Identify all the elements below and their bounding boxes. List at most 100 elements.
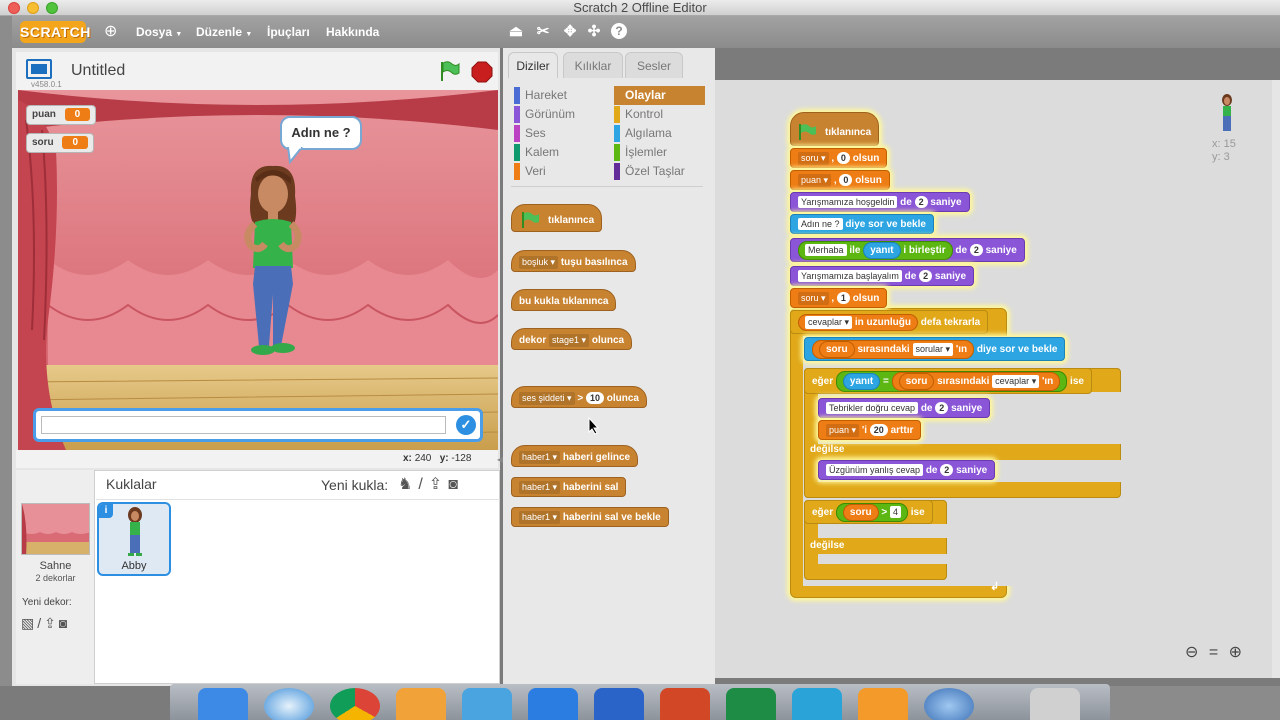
skype-icon[interactable]: [792, 688, 842, 720]
scratch-logo[interactable]: SCRATCH: [20, 21, 90, 43]
zoom-reset-icon[interactable]: =: [1209, 644, 1218, 661]
powerpoint-icon[interactable]: [660, 688, 710, 720]
block-dropdown[interactable]: haber1 ▾: [519, 510, 561, 524]
palette-block-flag-clicked[interactable]: tıklanınca: [511, 204, 603, 232]
script-hat-flag-clicked[interactable]: tıklanınca: [790, 112, 880, 146]
equals-operator[interactable]: yanıt = soru sırasındaki cevaplar ▾ 'ın: [835, 370, 1068, 392]
script-if-answer-correct[interactable]: eğer yanıt = soru sırasındaki cevaplar ▾…: [804, 368, 1092, 394]
soru-reporter[interactable]: soru: [898, 372, 935, 390]
script-ask-name[interactable]: Adın ne ? diye sor ve bekle: [790, 214, 934, 234]
tab-sounds[interactable]: Sesler: [625, 52, 683, 78]
zoom-out-icon[interactable]: ⊖: [1185, 644, 1198, 661]
block-dropdown[interactable]: haber1 ▾: [519, 480, 561, 494]
upload-backdrop-icon[interactable]: ⇪: [44, 615, 59, 631]
paint-sprite-icon[interactable]: /: [418, 476, 428, 493]
block-number-input[interactable]: 0: [836, 152, 850, 165]
menu-tips[interactable]: İpuçları: [267, 16, 310, 48]
script-repeat-header[interactable]: cevaplar ▾ in uzunluğu defa tekrarla: [790, 310, 989, 334]
category-pen[interactable]: Kalem: [514, 143, 604, 162]
trash-icon[interactable]: [1030, 688, 1080, 720]
block-number-input[interactable]: 1: [836, 292, 850, 305]
camera-sprite-icon[interactable]: ◙: [448, 476, 464, 493]
palette-block-sprite-clicked[interactable]: bu kukla tıklanınca: [511, 289, 617, 311]
camera-backdrop-icon[interactable]: ◙: [59, 615, 70, 631]
variable-monitor-puan[interactable]: puan 0: [26, 105, 97, 125]
menu-about[interactable]: Hakkında: [326, 16, 379, 48]
zoom-in-icon[interactable]: ⊕: [1229, 644, 1242, 661]
pages-icon[interactable]: [396, 688, 446, 720]
script-area[interactable]: x: 15 y: 3 tıklanınca soru ▾ , 0 olsun p…: [715, 80, 1272, 678]
block-dropdown[interactable]: ses şiddeti ▾: [519, 391, 575, 405]
script-area-scrollbar[interactable]: [1272, 80, 1280, 678]
excel-icon[interactable]: [726, 688, 776, 720]
greater-than-operator[interactable]: soru > 4: [835, 502, 908, 522]
script-change-puan[interactable]: puan ▾ 'i 20 arttır: [818, 420, 922, 440]
category-data[interactable]: Veri: [514, 162, 604, 181]
script-if-soru-gt-4[interactable]: eğer soru > 4 ise: [804, 500, 933, 524]
answer-input[interactable]: [41, 416, 446, 434]
fullscreen-icon[interactable]: [26, 59, 52, 79]
list-dropdown[interactable]: cevaplar ▾: [805, 315, 853, 329]
menu-edit[interactable]: Düzenle ▼: [196, 16, 252, 51]
palette-block-when-receive[interactable]: haber1 ▾ haberi gelince: [511, 445, 639, 467]
script-set-puan[interactable]: puan ▾ , 0 olsun: [790, 170, 890, 190]
category-motion[interactable]: Hareket: [514, 86, 604, 105]
menu-file[interactable]: Dosya ▼: [136, 16, 182, 51]
palette-block-broadcast-wait[interactable]: haber1 ▾ haberini sal ve bekle: [511, 507, 669, 527]
quicktime-icon[interactable]: [924, 688, 974, 720]
length-of-list-reporter[interactable]: cevaplar ▾ in uzunluğu: [798, 313, 918, 331]
language-globe-icon[interactable]: ⊕: [104, 16, 126, 48]
keynote-icon[interactable]: [462, 688, 512, 720]
block-number-input[interactable]: 10: [585, 392, 604, 405]
block-number-input[interactable]: 2: [919, 270, 933, 283]
script-say-join[interactable]: Merhaba ile yanıt i birleştir de 2 saniy…: [790, 238, 1025, 262]
category-control[interactable]: Kontrol: [614, 105, 704, 124]
soru-reporter[interactable]: soru: [819, 340, 855, 358]
block-number-input[interactable]: 2: [914, 196, 928, 209]
palette-block-backdrop-switches[interactable]: dekor stage1 ▾ olunca: [511, 328, 633, 350]
category-sensing[interactable]: Algılama: [614, 124, 704, 143]
abby-sprite[interactable]: [233, 164, 323, 369]
category-operators[interactable]: İşlemler: [614, 143, 704, 162]
script-say-wrong[interactable]: Üzgünüm yanlış cevap de 2 saniye: [818, 460, 996, 480]
stage-thumbnail[interactable]: [21, 503, 90, 555]
script-say-correct[interactable]: Tebrikler doğru cevap de 2 saniye: [818, 398, 991, 418]
block-number-input[interactable]: 2: [969, 244, 983, 257]
stop-icon[interactable]: [471, 61, 493, 83]
item-of-list-reporter[interactable]: soru sırasındaki sorular ▾ 'ın: [812, 339, 975, 359]
script-say-welcome[interactable]: Yarışmamıza hoşgeldin de 2 saniye: [790, 192, 970, 212]
item-of-list-reporter[interactable]: soru sırasındaki cevaplar ▾ 'ın: [891, 371, 1061, 391]
block-text-input[interactable]: Yarışmamıza başlayalım: [798, 270, 902, 283]
block-text-input[interactable]: Yarışmamıza hoşgeldin: [798, 196, 898, 209]
tab-scripts[interactable]: Diziler: [508, 52, 558, 78]
category-events[interactable]: Olaylar: [614, 86, 705, 105]
answer-reporter[interactable]: yanıt: [842, 372, 881, 390]
chrome-icon[interactable]: [330, 688, 380, 720]
block-number-input[interactable]: 20: [869, 424, 888, 437]
block-text-input[interactable]: Merhaba: [805, 244, 847, 257]
safari-icon[interactable]: [264, 688, 314, 720]
tab-costumes[interactable]: Kılıklar: [563, 52, 623, 78]
upload-sprite-icon[interactable]: ⇪: [429, 476, 448, 493]
category-looks[interactable]: Görünüm: [514, 105, 604, 124]
block-number-input[interactable]: 0: [839, 174, 853, 187]
shrink-icon[interactable]: ✣: [585, 23, 603, 41]
answer-submit-check-icon[interactable]: ✓: [456, 415, 476, 435]
stage[interactable]: puan 0 soru 0 Adın ne ? ✓: [18, 90, 498, 450]
list-dropdown[interactable]: sorular ▾: [912, 342, 954, 356]
block-text-input[interactable]: Üzgünüm yanlış cevap: [826, 464, 924, 477]
cut-icon[interactable]: ✂: [534, 23, 552, 41]
sprite-library-icon[interactable]: ♞: [398, 476, 418, 493]
grow-icon[interactable]: ✥: [561, 23, 579, 41]
block-number-input[interactable]: 2: [940, 464, 954, 477]
var-dropdown[interactable]: soru ▾: [798, 151, 829, 165]
sprite-info-icon[interactable]: i: [99, 504, 113, 518]
var-dropdown[interactable]: puan ▾: [798, 173, 832, 187]
word-icon[interactable]: [594, 688, 644, 720]
category-more-blocks[interactable]: Özel Taşlar: [614, 162, 704, 181]
palette-block-sensor-greater[interactable]: ses şiddeti ▾ > 10 olunca: [511, 386, 647, 408]
help-icon[interactable]: ?: [611, 23, 627, 39]
list-dropdown[interactable]: cevaplar ▾: [992, 374, 1040, 388]
duplicate-icon[interactable]: ⏏: [507, 23, 525, 41]
answer-reporter[interactable]: yanıt: [863, 241, 901, 259]
